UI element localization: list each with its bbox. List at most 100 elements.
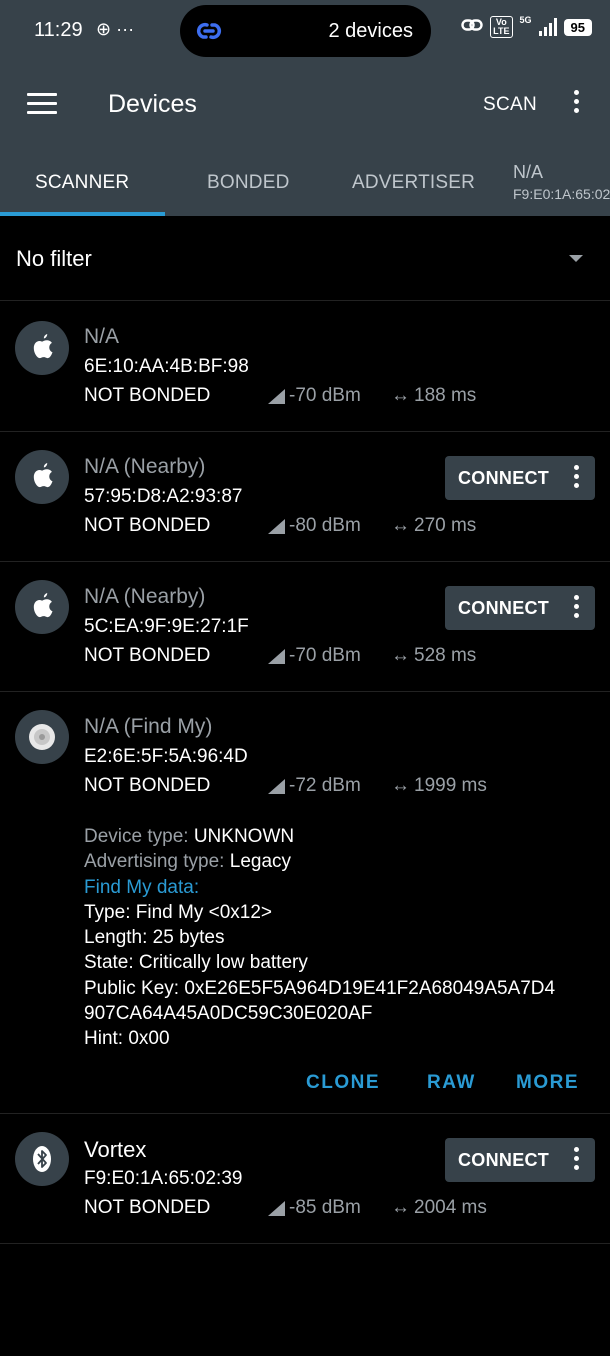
device-name: N/A (Nearby) <box>84 585 206 608</box>
connect-label: CONNECT <box>458 468 550 488</box>
volte-bottom: LTE <box>493 26 510 36</box>
scan-button[interactable]: SCAN <box>483 94 537 116</box>
connect-label: CONNECT <box>458 598 550 618</box>
menu-icon[interactable] <box>27 93 57 114</box>
interval-value: 270 ms <box>414 515 477 536</box>
connect-button[interactable]: CONNECT <box>445 456 595 500</box>
signal-icon <box>538 18 557 36</box>
interval: ↔ 188 ms <box>391 385 476 407</box>
apple-icon <box>15 580 69 634</box>
more-button[interactable]: MORE <box>516 1072 579 1094</box>
tab-device-name: N/A <box>513 162 544 182</box>
find-my-hint: Hint: 0x00 <box>84 1028 170 1050</box>
rssi: -70 dBm <box>268 645 361 667</box>
page-title: Devices <box>108 90 197 118</box>
rssi-value: -85 dBm <box>289 1197 361 1218</box>
filter-dropdown[interactable]: No filter <box>0 216 610 301</box>
advertising-type-row: Advertising type: Legacy <box>84 849 555 874</box>
bond-state: NOT BONDED <box>84 515 211 536</box>
bond-state: NOT BONDED <box>84 385 211 406</box>
device-item[interactable]: N/A 6E:10:AA:4B:BF:98 NOT BONDED -70 dBm… <box>0 301 610 432</box>
interval: ↔ 2004 ms <box>391 1197 487 1219</box>
rssi-value: -70 dBm <box>289 385 361 406</box>
interval-value: 2004 ms <box>414 1197 487 1218</box>
app-bar: Devices SCAN <box>0 62 610 146</box>
signal-strength-icon <box>268 518 285 534</box>
signal-strength-icon <box>268 1200 285 1216</box>
more-options-icon[interactable] <box>570 90 582 118</box>
rssi-value: -80 dBm <box>289 515 361 536</box>
dynamic-island[interactable]: 2 devices <box>180 5 431 57</box>
find-my-state: State: Critically low battery <box>84 952 308 974</box>
interval-icon: ↔ <box>391 645 410 666</box>
raw-button[interactable]: RAW <box>427 1072 476 1094</box>
bond-state: NOT BONDED <box>84 775 211 796</box>
status-right-icons: Vo LTE 5G 95 <box>461 15 592 38</box>
tab-device[interactable]: N/A F9:E0:1A:65:02:39 <box>513 161 610 205</box>
tab-device-address: F9:E0:1A:65:02:39 <box>513 186 610 202</box>
find-my-length: Length: 25 bytes <box>84 927 225 949</box>
device-name: N/A <box>84 325 120 348</box>
find-my-public-key: Public Key: 0xE26E5F5A964D19E41F2A68049A… <box>84 977 556 999</box>
device-more-icon[interactable] <box>573 595 579 622</box>
bluetooth-icon <box>15 1132 69 1186</box>
interval-icon: ↔ <box>391 515 410 536</box>
interval: ↔ 1999 ms <box>391 775 487 797</box>
device-item[interactable]: N/A (Nearby) 57:95:D8:A2:93:87 NOT BONDE… <box>0 432 610 562</box>
link-status-icon <box>461 18 483 37</box>
device-more-icon[interactable] <box>573 1147 579 1174</box>
device-more-icon[interactable] <box>573 465 579 492</box>
status-time: 11:29 <box>34 19 83 41</box>
tab-bar: SCANNER BONDED ADVERTISER N/A F9:E0:1A:6… <box>0 146 610 216</box>
device-item[interactable]: Vortex F9:E0:1A:65:02:39 NOT BONDED -85 … <box>0 1114 610 1244</box>
device-item[interactable]: N/A (Nearby) 5C:EA:9F:9E:27:1F NOT BONDE… <box>0 562 610 692</box>
bond-state: NOT BONDED <box>84 645 211 666</box>
interval-icon: ↔ <box>391 385 410 406</box>
signal-strength-icon <box>268 388 285 404</box>
link-icon <box>194 18 224 49</box>
device-name: Vortex <box>84 1137 147 1162</box>
device-name: N/A (Nearby) <box>84 455 206 478</box>
filter-label: No filter <box>16 246 92 271</box>
device-type-key: Device type: <box>84 826 194 847</box>
connect-button[interactable]: CONNECT <box>445 586 595 630</box>
device-item-expanded[interactable]: N/A (Find My) E2:6E:5F:5A:96:4D NOT BOND… <box>0 692 610 1114</box>
rssi: -80 dBm <box>268 515 361 537</box>
apple-icon <box>15 450 69 504</box>
interval-icon: ↔ <box>391 1197 410 1218</box>
interval: ↔ 528 ms <box>391 645 476 667</box>
advertising-type-key: Advertising type: <box>84 851 230 873</box>
rssi: -72 dBm <box>268 775 361 797</box>
signal-strength-icon <box>268 778 285 794</box>
rssi: -70 dBm <box>268 385 361 407</box>
find-my-type: Type: Find My <0x12> <box>84 901 272 923</box>
device-address: 6E:10:AA:4B:BF:98 <box>84 356 249 377</box>
tab-advertiser[interactable]: ADVERTISER <box>352 172 475 194</box>
battery-icon: 95 <box>563 18 592 36</box>
dropdown-arrow-icon <box>569 255 583 262</box>
clone-button[interactable]: CLONE <box>306 1072 380 1094</box>
interval-value: 188 ms <box>414 385 477 406</box>
device-details: Device type: UNKNOWN Advertising type: L… <box>84 824 555 1052</box>
tab-bonded[interactable]: BONDED <box>207 172 290 194</box>
interval: ↔ 270 ms <box>391 515 476 537</box>
find-my-public-key-cont: 907CA64A45A0DC59C30E020AF <box>84 1003 373 1025</box>
airtag-icon <box>15 710 69 764</box>
advertising-type-value: Legacy <box>229 851 292 873</box>
device-address: E2:6E:5F:5A:96:4D <box>84 746 248 767</box>
interval-value: 528 ms <box>414 645 477 666</box>
device-name: N/A (Find My) <box>84 715 213 738</box>
rssi-value: -72 dBm <box>289 775 361 796</box>
tab-scanner[interactable]: SCANNER <box>35 172 129 194</box>
device-type-value: UNKNOWN <box>193 826 295 847</box>
connect-button[interactable]: CONNECT <box>445 1138 595 1182</box>
device-address: 5C:EA:9F:9E:27:1F <box>84 616 249 637</box>
network-type: 5G <box>519 15 532 25</box>
status-bar: 11:29 ⊕ ··· 2 devices Vo LTE 5G 95 <box>0 0 610 62</box>
device-address: F9:E0:1A:65:02:39 <box>84 1168 243 1189</box>
volte-icon: Vo LTE <box>490 16 513 38</box>
apple-icon <box>15 321 69 375</box>
find-my-section-title: Find My data: <box>84 876 200 898</box>
device-address: 57:95:D8:A2:93:87 <box>84 486 243 507</box>
notification-icons: ⊕ ··· <box>96 19 135 39</box>
